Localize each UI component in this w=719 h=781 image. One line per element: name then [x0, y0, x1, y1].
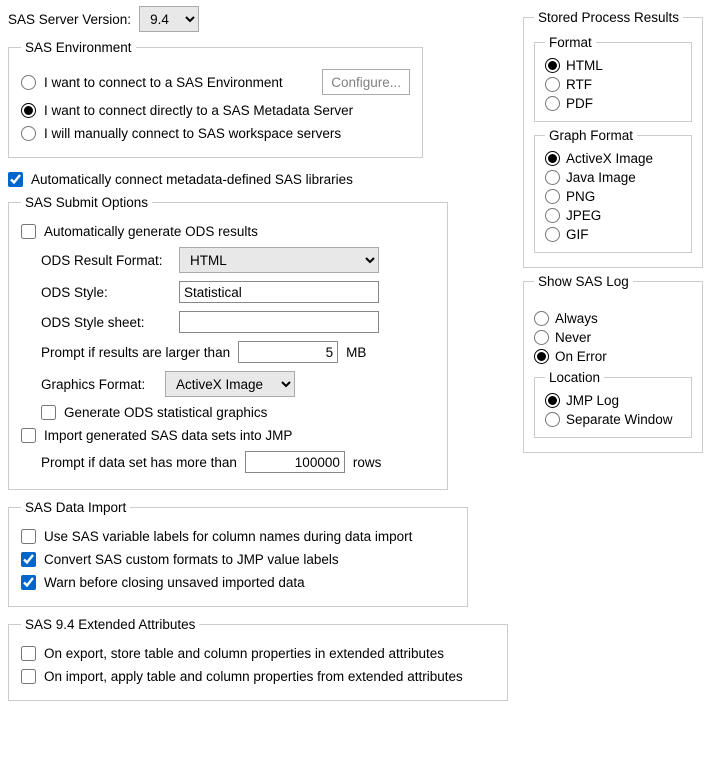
radio-gfmt-java[interactable]: [545, 170, 560, 185]
radio-loc-jmplog-label: JMP Log: [566, 393, 619, 408]
stored-process-results-legend: Stored Process Results: [534, 10, 683, 25]
stored-format-legend: Format: [545, 35, 596, 50]
checkbox-warn-unsaved[interactable]: [21, 575, 36, 590]
extended-attributes-legend: SAS 9.4 Extended Attributes: [21, 617, 199, 632]
radio-gfmt-jpeg[interactable]: [545, 208, 560, 223]
graph-format-legend: Graph Format: [545, 128, 637, 143]
radio-format-pdf-label: PDF: [566, 96, 593, 111]
ods-stylesheet-label: ODS Style sheet:: [41, 315, 171, 330]
radio-loc-sepwin-label: Separate Window: [566, 412, 673, 427]
checkbox-on-export-label: On export, store table and column proper…: [44, 646, 444, 661]
radio-gfmt-gif[interactable]: [545, 227, 560, 242]
checkbox-auto-connect-libs[interactable]: [8, 172, 23, 187]
checkbox-convert-formats-label: Convert SAS custom formats to JMP value …: [44, 552, 339, 567]
stored-format-group: Format HTML RTF PDF: [534, 35, 692, 122]
ods-style-input[interactable]: [179, 281, 379, 303]
radio-format-pdf[interactable]: [545, 96, 560, 111]
radio-gfmt-java-label: Java Image: [566, 170, 636, 185]
radio-gfmt-png-label: PNG: [566, 189, 595, 204]
sas-submit-options-group: SAS Submit Options Automatically generat…: [8, 195, 448, 490]
extended-attributes-group: SAS 9.4 Extended Attributes On export, s…: [8, 617, 508, 701]
checkbox-convert-formats[interactable]: [21, 552, 36, 567]
checkbox-on-import[interactable]: [21, 669, 36, 684]
sas-data-import-legend: SAS Data Import: [21, 500, 130, 515]
radio-connect-env[interactable]: [21, 75, 36, 90]
prompt-rows-prefix: Prompt if data set has more than: [41, 455, 237, 470]
graph-format-group: Graph Format ActiveX Image Java Image PN…: [534, 128, 692, 253]
log-location-legend: Location: [545, 370, 604, 385]
checkbox-use-var-labels[interactable]: [21, 529, 36, 544]
ods-result-format-select[interactable]: HTML: [179, 247, 379, 273]
checkbox-auto-connect-libs-label: Automatically connect metadata-defined S…: [31, 172, 353, 187]
ods-result-format-label: ODS Result Format:: [41, 253, 171, 268]
configure-button[interactable]: Configure...: [322, 69, 410, 95]
radio-format-rtf[interactable]: [545, 77, 560, 92]
sas-environment-group: SAS Environment I want to connect to a S…: [8, 40, 423, 158]
prompt-rows-input[interactable]: [245, 451, 345, 473]
prompt-rows-suffix: rows: [353, 455, 382, 470]
ods-style-label: ODS Style:: [41, 285, 171, 300]
radio-log-never-label: Never: [555, 330, 591, 345]
checkbox-auto-ods[interactable]: [21, 224, 36, 239]
sas-version-select[interactable]: 9.4: [139, 6, 199, 32]
radio-loc-jmplog[interactable]: [545, 393, 560, 408]
radio-format-html[interactable]: [545, 58, 560, 73]
prompt-results-prefix: Prompt if results are larger than: [41, 345, 230, 360]
radio-log-onerror-label: On Error: [555, 349, 607, 364]
radio-gfmt-jpeg-label: JPEG: [566, 208, 601, 223]
radio-format-rtf-label: RTF: [566, 77, 592, 92]
radio-connect-metadata-label: I want to connect directly to a SAS Meta…: [44, 103, 353, 118]
sas-environment-legend: SAS Environment: [21, 40, 136, 55]
checkbox-gen-ods-stats[interactable]: [41, 405, 56, 420]
radio-manual-connect[interactable]: [21, 126, 36, 141]
radio-gfmt-activex-label: ActiveX Image: [566, 151, 653, 166]
graphics-format-select[interactable]: ActiveX Image: [165, 371, 295, 397]
radio-gfmt-activex[interactable]: [545, 151, 560, 166]
ods-stylesheet-input[interactable]: [179, 311, 379, 333]
radio-manual-connect-label: I will manually connect to SAS workspace…: [44, 126, 341, 141]
radio-gfmt-png[interactable]: [545, 189, 560, 204]
sas-version-label: SAS Server Version:: [8, 12, 131, 27]
checkbox-on-export[interactable]: [21, 646, 36, 661]
show-sas-log-legend: Show SAS Log: [534, 274, 633, 289]
checkbox-import-generated-label: Import generated SAS data sets into JMP: [44, 428, 292, 443]
checkbox-import-generated[interactable]: [21, 428, 36, 443]
radio-format-html-label: HTML: [566, 58, 603, 73]
checkbox-on-import-label: On import, apply table and column proper…: [44, 669, 463, 684]
radio-log-onerror[interactable]: [534, 349, 549, 364]
log-location-group: Location JMP Log Separate Window: [534, 370, 692, 438]
radio-gfmt-gif-label: GIF: [566, 227, 589, 242]
radio-loc-sepwin[interactable]: [545, 412, 560, 427]
graphics-format-label: Graphics Format:: [41, 377, 157, 392]
prompt-results-suffix: MB: [346, 345, 366, 360]
radio-log-never[interactable]: [534, 330, 549, 345]
prompt-results-input[interactable]: [238, 341, 338, 363]
radio-connect-env-label: I want to connect to a SAS Environment: [44, 75, 314, 90]
checkbox-warn-unsaved-label: Warn before closing unsaved imported dat…: [44, 575, 305, 590]
checkbox-auto-ods-label: Automatically generate ODS results: [44, 224, 258, 239]
checkbox-use-var-labels-label: Use SAS variable labels for column names…: [44, 529, 412, 544]
sas-submit-options-legend: SAS Submit Options: [21, 195, 152, 210]
radio-log-always[interactable]: [534, 311, 549, 326]
sas-data-import-group: SAS Data Import Use SAS variable labels …: [8, 500, 468, 607]
show-sas-log-group: Show SAS Log Always Never On Error Locat…: [523, 274, 703, 453]
checkbox-gen-ods-stats-label: Generate ODS statistical graphics: [64, 405, 267, 420]
radio-connect-metadata[interactable]: [21, 103, 36, 118]
radio-log-always-label: Always: [555, 311, 598, 326]
stored-process-results-group: Stored Process Results Format HTML RTF P…: [523, 10, 703, 268]
